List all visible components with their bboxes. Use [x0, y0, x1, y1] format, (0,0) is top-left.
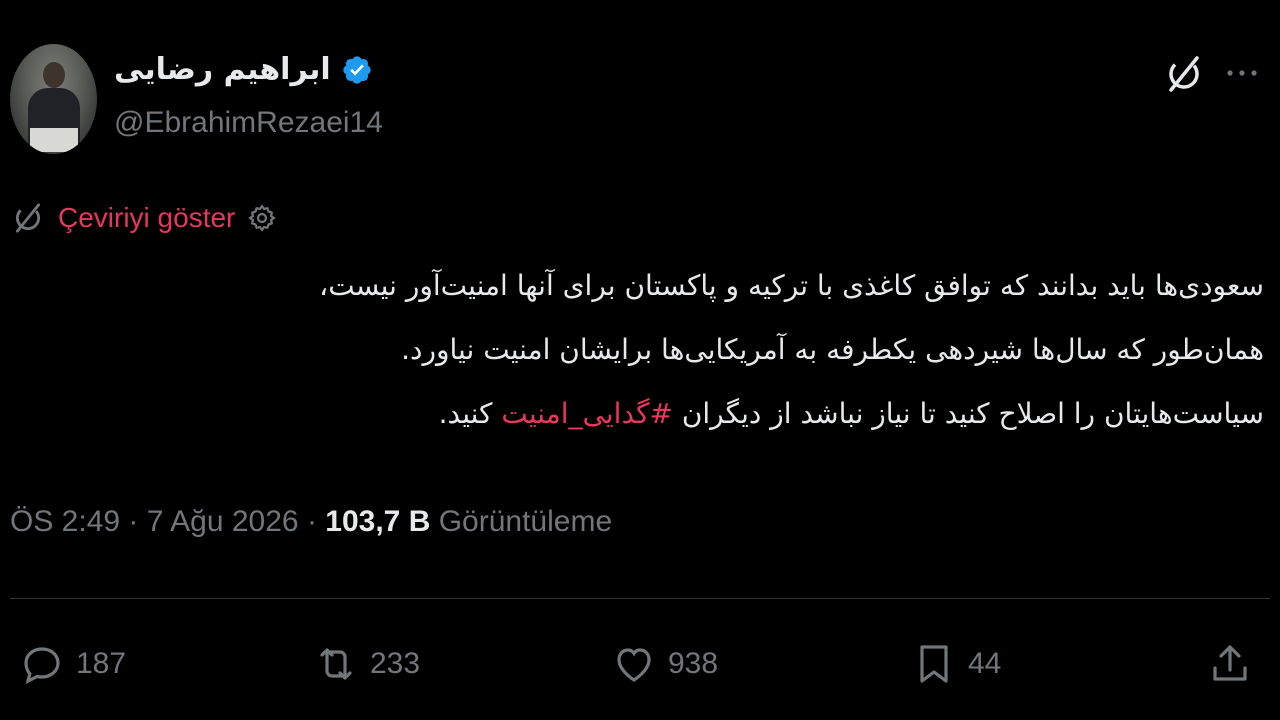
grok-icon[interactable]: [1162, 52, 1206, 96]
views-count: 103,7 B: [325, 505, 431, 538]
tweet-line: سعودی‌ها باید بدانند که توافق کاغذی با ت…: [319, 269, 1264, 302]
tweet-text-segment: سیاست‌هایتان را اصلاح کنید تا نیاز نباشد…: [672, 397, 1264, 430]
bookmark-icon: [920, 645, 948, 683]
meta-separator: ·: [306, 505, 317, 538]
like-button[interactable]: 938: [610, 640, 718, 688]
divider: [10, 598, 1270, 599]
views-label: Görüntüleme: [438, 505, 613, 538]
tweet-line: سیاست‌هایتان را اصلاح کنید تا نیاز نباشد…: [14, 382, 1264, 446]
heart-icon: [617, 648, 651, 682]
tweet-meta: ÖS 2:49 · 7 Ağu 2026 · 103,7 B Görüntüle…: [10, 505, 612, 539]
bookmark-button[interactable]: 44: [910, 640, 1001, 688]
gear-icon[interactable]: [247, 203, 277, 233]
hashtag-link[interactable]: #گدایی_امنیت: [501, 397, 673, 430]
share-icon: [1213, 645, 1247, 681]
reply-count: 187: [76, 647, 127, 680]
author-name-row: ابراهیم رضایی: [114, 52, 373, 87]
tweet-text-segment: کنید.: [438, 397, 502, 430]
repost-button[interactable]: 233: [312, 640, 420, 688]
show-translation-link[interactable]: Çeviriyi göster: [58, 202, 235, 234]
grok-translate-icon: [15, 203, 41, 233]
tweet-text: سعودی‌ها باید بدانند که توافق کاغذی با ت…: [14, 254, 1264, 446]
like-count: 938: [668, 647, 719, 680]
reply-button[interactable]: 187: [18, 640, 126, 688]
display-name[interactable]: ابراهیم رضایی: [114, 52, 331, 87]
tweet-card: ابراهیم رضایی @EbrahimRezaei14 Çeviriyi …: [0, 0, 1280, 720]
repost-count: 233: [370, 647, 421, 680]
avatar[interactable]: [10, 44, 97, 154]
translate-row: Çeviriyi göster: [10, 200, 277, 236]
author-handle[interactable]: @EbrahimRezaei14: [114, 106, 383, 140]
bookmark-count: 44: [968, 647, 1002, 680]
verified-badge-icon: [342, 55, 371, 84]
tweet-line: همان‌طور که سال‌ها شیردهی یکطرفه به آمری…: [401, 333, 1264, 366]
reply-icon: [24, 647, 60, 684]
tweet-time[interactable]: ÖS 2:49: [10, 505, 120, 538]
more-icon[interactable]: [1222, 60, 1262, 86]
meta-separator: ·: [128, 505, 139, 538]
share-button[interactable]: [1206, 640, 1254, 688]
tweet-date[interactable]: 7 Ağu 2026: [147, 505, 299, 538]
repost-icon: [320, 648, 352, 680]
